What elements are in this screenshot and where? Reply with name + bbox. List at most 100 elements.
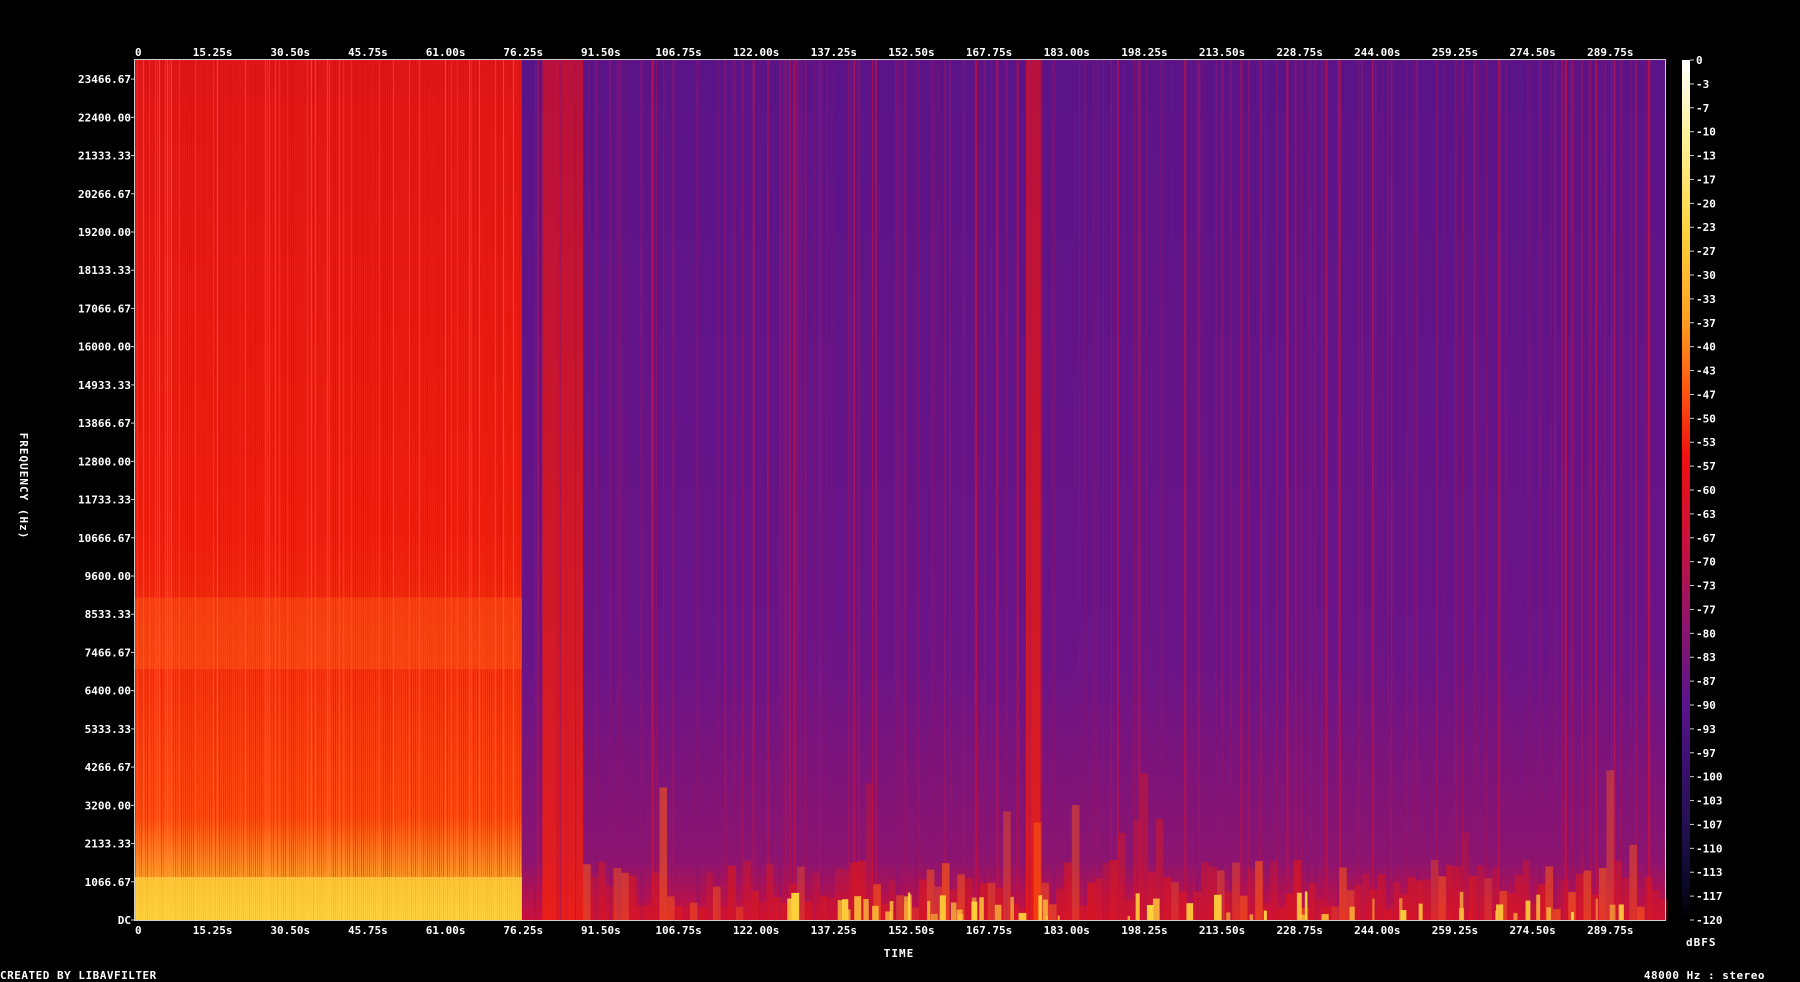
low-frequency-energy [812, 872, 820, 920]
bass-hit [1496, 904, 1504, 920]
loud-streak [415, 60, 416, 920]
low-frequency-energy [1071, 805, 1080, 920]
spectral-streak [1136, 60, 1138, 920]
loud-streak [279, 60, 280, 920]
bass-hit [930, 913, 938, 920]
loud-streak [203, 60, 204, 920]
spectral-streak [1325, 60, 1328, 920]
y-tick-label: 17066.67 [78, 302, 131, 315]
loud-streak [373, 60, 374, 920]
loud-streak [499, 60, 500, 920]
low-frequency-energy [605, 886, 614, 920]
loud-streak [309, 60, 310, 920]
loud-streak [273, 60, 274, 920]
low-frequency-energy [667, 896, 675, 920]
spectral-streak [1220, 60, 1223, 920]
spectral-streak [853, 60, 856, 920]
x-tick-label-top: 244.00s [1354, 46, 1400, 59]
loud-streak [251, 60, 252, 920]
loud-streak [395, 60, 396, 920]
low-frequency-energy [1278, 908, 1286, 920]
low-frequency-energy [1659, 898, 1668, 920]
loud-streak [467, 60, 468, 920]
spectral-streak [1415, 60, 1418, 920]
loud-streak [285, 60, 286, 920]
spectral-streak [1294, 60, 1297, 920]
spectral-streak [1550, 60, 1552, 920]
loud-streak [323, 60, 324, 920]
bass-hit [908, 892, 911, 920]
spectral-streak [1381, 60, 1384, 920]
x-tick-label-bottom: 30.50s [270, 924, 310, 937]
spectral-streak [1443, 60, 1446, 920]
loud-streak [519, 60, 520, 920]
spectral-streak [1163, 60, 1166, 920]
y-tick-label: 4266.67 [85, 761, 131, 774]
y-tick-label: 18133.33 [78, 264, 131, 277]
loud-streak [137, 60, 138, 920]
bass-hit [1399, 898, 1403, 920]
loud-streak [453, 60, 454, 920]
bass-hit [1304, 891, 1308, 920]
colorbar-tick-label: -103 [1696, 795, 1723, 808]
colorbar-tick-label: -120 [1696, 914, 1723, 927]
spectral-streak [655, 60, 657, 920]
low-frequency-energy [728, 865, 736, 920]
low-frequency-energy [1270, 860, 1279, 920]
x-tick-label-bottom: 152.50s [888, 924, 934, 937]
spectral-streak [588, 60, 590, 920]
low-frequency-energy [1384, 908, 1393, 920]
low-frequency-energy [804, 901, 813, 920]
low-frequency-energy [1446, 865, 1454, 920]
loud-streak [437, 60, 438, 920]
low-frequency-energy [766, 863, 774, 920]
loud-streak [507, 60, 508, 920]
loud-streak [141, 60, 142, 920]
spectral-streak [786, 60, 788, 920]
loud-streak [401, 60, 402, 920]
colorbar-tick-label: -40 [1696, 341, 1716, 354]
low-frequency-energy [1079, 905, 1088, 920]
loud-streak [457, 60, 458, 920]
spectral-streak [1474, 60, 1477, 920]
x-tick-label-bottom: 213.50s [1199, 924, 1245, 937]
low-frequency-energy [1552, 909, 1561, 920]
low-frequency-energy [1392, 882, 1401, 920]
low-frequency-energy [1247, 868, 1256, 920]
x-axis-title: TIME [884, 947, 915, 960]
loud-streak [241, 60, 242, 920]
loud-streak [497, 60, 498, 920]
low-frequency-energy [1362, 873, 1370, 920]
spectral-streak [817, 60, 819, 920]
low-frequency-energy [1171, 882, 1179, 920]
low-frequency-energy [1201, 862, 1210, 920]
spectral-streak [1215, 60, 1218, 920]
loud-streak [391, 60, 392, 920]
y-tick-label: 23466.67 [78, 73, 131, 86]
spectral-streak [798, 60, 800, 920]
colorbar-tick-label: -23 [1696, 221, 1716, 234]
loud-streak [397, 60, 398, 920]
low-frequency-energy [735, 906, 744, 920]
low-frequency-energy [1606, 770, 1615, 920]
low-frequency-energy [1583, 870, 1592, 920]
loud-streak [215, 60, 216, 920]
x-ticks-top: 0 15.25s 30.50s 45.75s 61.00s 76.25s 91.50s 106… [135, 46, 1633, 59]
low-frequency-energy [1163, 877, 1172, 920]
loud-streak [253, 60, 254, 920]
low-frequency-energy [1110, 860, 1118, 920]
low-frequency-energy [1476, 865, 1485, 920]
low-frequency-energy [1377, 874, 1385, 920]
colorbar-tick-label: -20 [1696, 197, 1716, 210]
colorbar-tick-label: -110 [1696, 842, 1723, 855]
loud-streak [419, 60, 420, 920]
low-frequency-energy [1430, 860, 1439, 920]
loud-streak [295, 60, 296, 920]
spectral-streak [1259, 60, 1262, 920]
spectral-streak [784, 60, 786, 920]
spectral-streak [1539, 60, 1542, 920]
spectral-streak [1323, 60, 1326, 920]
low-frequency-energy [1339, 867, 1347, 920]
spectral-streak [717, 60, 720, 920]
loud-streak [459, 60, 460, 920]
